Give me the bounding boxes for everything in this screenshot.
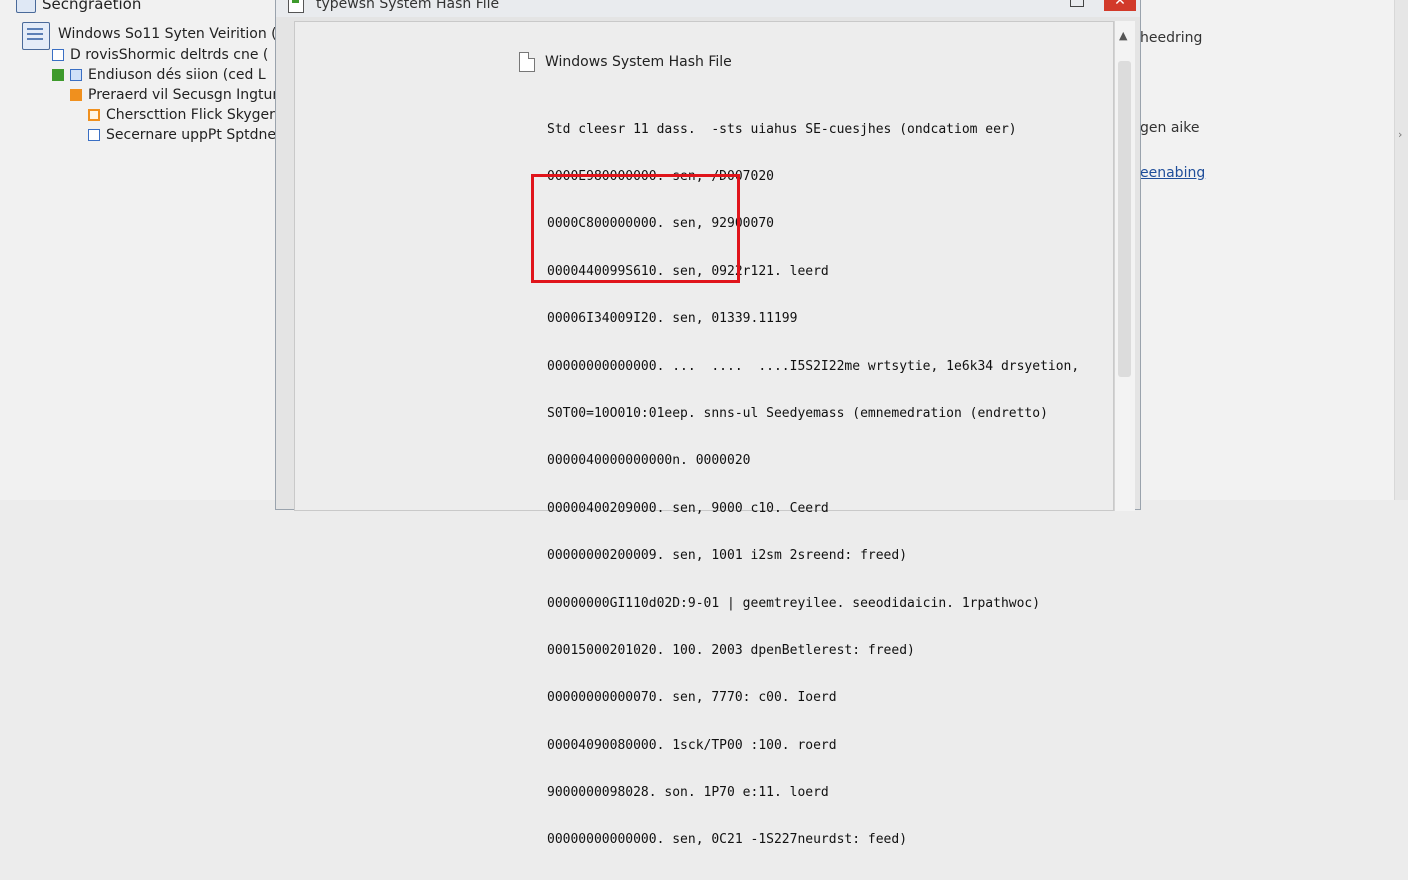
green-square-icon — [52, 69, 64, 81]
blue-square-icon — [70, 69, 82, 81]
maximize-button[interactable] — [1070, 0, 1084, 7]
tree-panel: Secngraetion Windows So11 Syten Veiritio… — [0, 0, 278, 500]
tree-item-5[interactable]: Secernare uppPt Sptdne — [88, 125, 276, 145]
vertical-scrollbar[interactable]: ▲ — [1114, 21, 1135, 511]
chevron-up-icon[interactable]: ▲ — [1119, 29, 1127, 42]
highlight-box — [531, 174, 740, 283]
hash-line: 00000400209000. sen, 9000 c10. Ceerd — [547, 500, 829, 516]
right-edge-scrollbar[interactable] — [1394, 0, 1408, 500]
hash-line: 00000000000070. sen, 7770: c00. Ioerd — [547, 690, 837, 706]
file-icon — [519, 52, 535, 72]
tree-item-2[interactable]: Endiuson dés siion (ced L — [52, 65, 266, 85]
tree-item-1[interactable]: D rovisShormic deltrds cne ( — [52, 45, 268, 65]
window-title: typewsn System Hash File — [316, 0, 500, 12]
orange-square-icon — [70, 89, 82, 101]
hash-line: 00000000GI110d02D:9-01 | geemtreyilee. s… — [547, 595, 1041, 611]
hash-line: 9000000098028. son. 1P70 e:11. loerd — [547, 785, 829, 801]
blue-outline-square-icon — [88, 129, 100, 141]
tree-header-label: Secngraetion — [42, 0, 142, 13]
database-icon — [22, 22, 50, 50]
tree-header: Secngraetion — [16, 0, 141, 14]
tree-item-3[interactable]: Preraerd vil Secusgn Ingtur — [70, 85, 278, 105]
hash-line: 00000000000000. sen, 0C21 -1S227neurdst:… — [547, 832, 908, 848]
hash-line: 00015000201020. 100. 2003 dpenBetlerest:… — [547, 642, 915, 658]
tree-item-label: Preraerd vil Secusgn Ingtur — [88, 87, 279, 103]
tree-item-label: Endiuson dés siion (ced L — [88, 67, 266, 83]
hash-line: 00000000200009. sen, 1001 i2sm 2sreend: … — [547, 548, 908, 564]
chevron-right-icon[interactable]: › — [1398, 128, 1402, 141]
scrollbar-thumb[interactable] — [1118, 61, 1131, 377]
tree-item-label: D rovisShormic deltrds cne ( — [70, 47, 269, 63]
hash-line: S0T00=10O010:01eep. snns-ul Seedyemass (… — [547, 405, 1048, 421]
tree-item-label: Cherscttion Flick Skyger — [106, 107, 275, 123]
right-text-label: gen aike — [1140, 120, 1200, 136]
app-icon — [288, 0, 304, 13]
hash-line: 00004090080000. 1sck/TP00 :100. roerd — [547, 737, 837, 753]
hash-line: 00006I34009I20. sen, 01339.11199 — [547, 311, 798, 327]
tree-item-root[interactable]: Windows So11 Syten Veirition ( — [58, 24, 277, 44]
hash-line: Std cleesr 11 dass. -sts uiahus SE-cuesj… — [547, 121, 1017, 137]
tree-item-label: Windows So11 Syten Veirition ( — [58, 26, 277, 42]
hash-line: 0000040000000000n. 0000020 — [547, 453, 751, 469]
right-text-heading: heedring — [1140, 30, 1203, 46]
tree-item-label: Secernare uppPt Sptdne — [106, 127, 276, 143]
document-title: Windows System Hash File — [545, 54, 732, 70]
hash-line: 00000000000000. ... .... ....I5S2I22me w… — [547, 358, 1080, 374]
right-link[interactable]: eenabing — [1140, 165, 1205, 181]
tree-item-4[interactable]: Cherscttion Flick Skyger — [88, 105, 275, 125]
blue-square-icon — [52, 49, 64, 61]
titlebar[interactable]: typewsn System Hash File ✕ — [276, 0, 1140, 17]
close-button[interactable]: ✕ — [1104, 0, 1136, 11]
window-icon — [16, 0, 36, 13]
right-panel: heedring gen aike eenabing — [1140, 0, 1408, 500]
orange-outline-square-icon — [88, 109, 100, 121]
